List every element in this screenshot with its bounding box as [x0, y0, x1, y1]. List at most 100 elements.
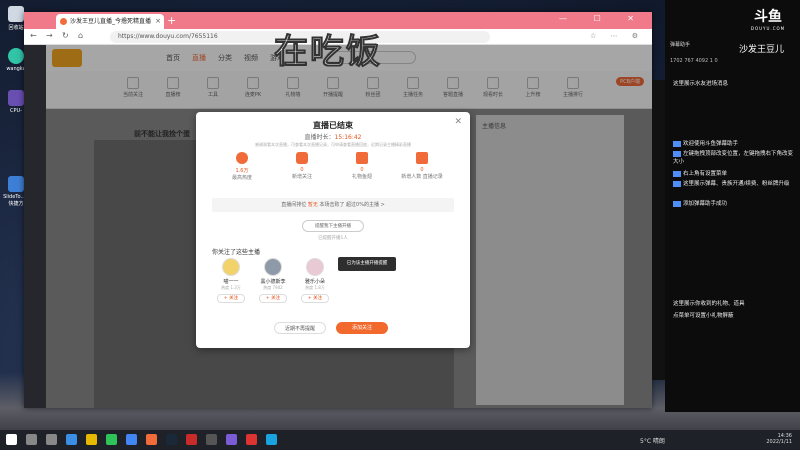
refresh-icon[interactable]: ↻ [62, 31, 69, 40]
stat-item: 1.6万 最高热度 [212, 152, 272, 181]
follow-anchor-button[interactable]: + 关注 [301, 294, 329, 303]
chat-text: 这里展示水友进场消息 [673, 81, 729, 87]
chat-text: 右上角有设置菜单 [683, 171, 728, 177]
anchor-card[interactable]: 雅乐小朵 热度 1.8万 + 关注 [296, 258, 334, 303]
app-icon[interactable] [226, 434, 237, 445]
anchor-hot: 热度 1.3万 [221, 285, 241, 290]
level-badge-icon [673, 180, 681, 187]
chat-text: 添加弹幕助手成功 [683, 201, 728, 207]
folder-icon[interactable] [86, 434, 97, 445]
anchor-name: 雅乐小朵 [304, 279, 325, 285]
rank-box[interactable]: 直播间排位 暂无 本场击败了 超过0%的主播 > [212, 198, 454, 212]
stat-item: 0 礼物鱼翅 [332, 152, 392, 180]
modal-notice: 感谢观看本次直播，可查看本次直播记录，可申请查看直播回放，近期记录主播精彩直播 [255, 142, 411, 147]
follow-anchor-button[interactable]: + 关注 [217, 294, 245, 303]
window-controls[interactable]: — ☐ ✕ [559, 14, 646, 23]
level-badge-icon [673, 170, 681, 177]
duration-label: 直播时长： [304, 134, 335, 141]
cpu-icon [8, 90, 24, 106]
chat-line: 添加弹幕助手成功 [673, 200, 798, 208]
forward-icon[interactable]: → [46, 31, 53, 40]
chat-text: 欢迎使用斗鱼弹幕助手 [683, 141, 739, 147]
netease-music-icon[interactable] [246, 434, 257, 445]
logo-subtext: DOUYU.COM [750, 26, 786, 31]
qq-icon[interactable] [266, 434, 277, 445]
logo-text: 斗鱼 [754, 9, 782, 25]
edge-icon[interactable] [66, 434, 77, 445]
back-icon[interactable]: ← [30, 31, 37, 40]
chrome-icon[interactable] [126, 434, 137, 445]
chat-line: 左键拖拽顶部改变位置，左键拖拽右下角改变大小 [673, 150, 798, 166]
start-icon[interactable] [6, 434, 17, 445]
avatar [264, 258, 282, 276]
follow-anchor-button[interactable]: + 关注 [259, 294, 287, 303]
app-icon [8, 48, 24, 64]
chat-line: 这里展示水友进场消息 [673, 80, 798, 88]
app-icon [8, 176, 24, 192]
douyu-favicon-icon [60, 18, 67, 25]
steam-icon[interactable] [166, 434, 177, 445]
stat-item: 0 新增关注 [272, 152, 332, 180]
chat-line: 这里展示你收到的礼物、道具 [673, 300, 798, 308]
chat-line: 右上角有设置菜单 [673, 170, 798, 178]
douyu-logo: 斗鱼 DOUYU.COM [743, 6, 793, 31]
anchor-card[interactable]: 喵一一 热度 1.3万 + 关注 [212, 258, 250, 303]
followed-anchors-title: 你关注了这些主播 [212, 249, 261, 256]
avatar [306, 258, 324, 276]
stat-label: 新增人数 直播记录 [401, 174, 443, 180]
anchor-name: 喵一一 [223, 279, 239, 285]
chat-line: 这里展示弹幕、贵族开通/续费、粉丝牌升级 [673, 180, 798, 188]
rank-suffix: 本场击败了 超过0%的主播 > [319, 202, 385, 208]
stat-label: 最高热度 [231, 175, 252, 181]
notify-next-stream-button[interactable]: 提醒我下主播开播 [302, 220, 364, 232]
stat-item: 0 新增人数 直播记录 [392, 152, 452, 180]
clock-date: 2022/1/11 [766, 439, 792, 445]
user-add-icon [416, 152, 428, 164]
rank-label: 直播间排位 [281, 202, 307, 208]
heart-icon [296, 152, 308, 164]
chat-text: 左键拖拽顶部改变位置，左键拖拽右下角改变大小 [673, 151, 794, 165]
weather-widget[interactable]: 5°C 晴朗 [640, 436, 665, 445]
add-follow-button[interactable]: 添加关注 [336, 322, 388, 334]
stream-stats: 1.6万 最高热度 0 新增关注 0 礼物鱼翅 0 新增人数 直播记录 [212, 152, 454, 194]
stat-label: 新增关注 [291, 174, 312, 180]
notified-count: 已提醒开播1人 [318, 236, 348, 241]
app-icon[interactable] [186, 434, 197, 445]
anchor-name: 黑小德斯李 [260, 279, 286, 285]
task-view-icon[interactable] [46, 434, 57, 445]
level-badge-icon [673, 150, 681, 157]
notify-success-toast: 已为该主播开播提醒 [338, 257, 396, 271]
obs-icon[interactable] [206, 434, 217, 445]
douyu-icon[interactable] [146, 434, 157, 445]
search-icon[interactable] [26, 434, 37, 445]
browser-tab[interactable]: 沙发王豆儿直播_今撸死精直播 × [56, 14, 164, 29]
chat-line: 欢迎使用斗鱼弹幕助手 [673, 140, 798, 148]
wechat-icon[interactable] [106, 434, 117, 445]
anchor-hot: 热度 7942 [263, 285, 283, 290]
level-badge-icon [673, 140, 681, 147]
chat-text: 这里展示你收到的礼物、道具 [673, 301, 745, 307]
level-badge-icon [673, 200, 681, 207]
followed-anchors: 喵一一 热度 1.3万 + 关注 黑小德斯李 热度 7942 + 关注 雅乐小朵… [212, 258, 342, 318]
stream-duration: 直播时长：15:16:42 [196, 132, 470, 141]
assistant-title[interactable]: 弹幕助手 [670, 41, 690, 48]
stream-title-overlay: 在吃饭 [274, 32, 382, 73]
stat-value: 1.6万 [235, 168, 249, 174]
assistant-stats: 1702 767 4092 1 0 [670, 58, 718, 64]
toolbar-icons[interactable]: ☆ ⋯ ⚙ [590, 32, 644, 40]
close-tab-icon[interactable]: × [155, 14, 161, 29]
stream-ended-modal: 直播已结束 ✕ 直播时长：15:16:42 感谢观看本次直播，可查看本次直播记录… [196, 112, 470, 348]
anchor-hot: 热度 1.8万 [305, 285, 325, 290]
anchor-card[interactable]: 黑小德斯李 热度 7942 + 关注 [254, 258, 292, 303]
chat-text: 点菜单可设置小礼物屏蔽 [673, 313, 734, 319]
system-clock[interactable]: 14:36 2022/1/11 [766, 433, 792, 445]
tab-title: 沙发王豆儿直播_今撸死精直播 [70, 18, 152, 25]
home-icon[interactable]: ⌂ [78, 31, 83, 40]
dismiss-button[interactable]: 近期不再提醒 [274, 322, 326, 334]
windows-taskbar: 5°C 晴朗 14:36 2022/1/11 [0, 430, 800, 450]
avatar [222, 258, 240, 276]
duration-value: 15:16:42 [334, 134, 362, 141]
streamer-name: 沙发王豆儿 [739, 45, 785, 55]
new-tab-icon[interactable]: + [167, 13, 176, 28]
close-icon[interactable]: ✕ [454, 117, 462, 127]
